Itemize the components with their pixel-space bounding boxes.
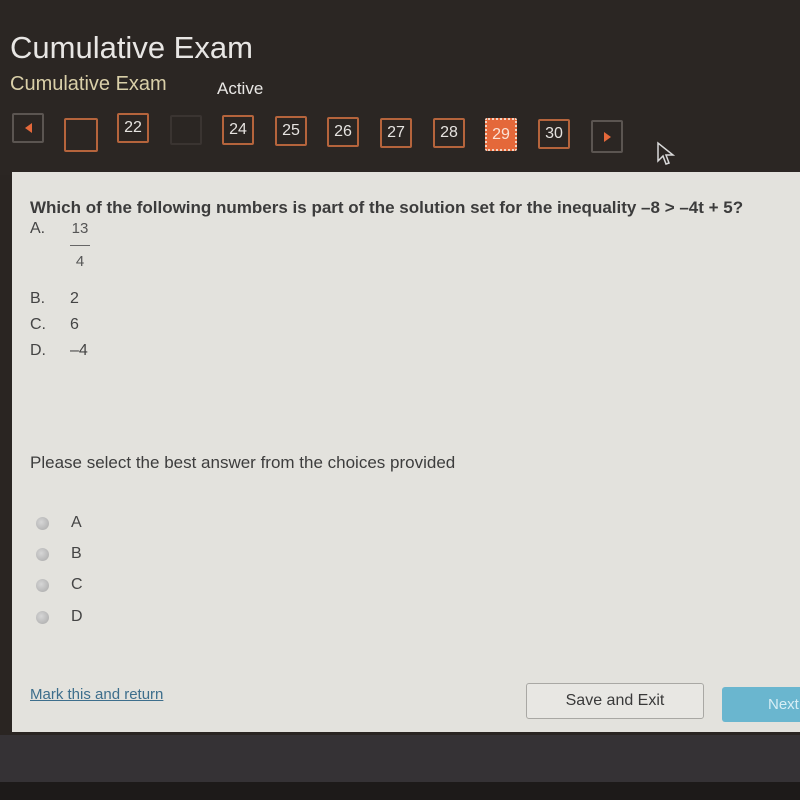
page-title: Cumulative Exam — [10, 30, 253, 65]
question-nav-item[interactable]: 27 — [380, 118, 412, 148]
option-label: D — [71, 608, 83, 625]
option-label: C — [71, 576, 83, 593]
choice-letter: B. — [30, 290, 46, 307]
choice-value: 6 — [70, 316, 79, 333]
choice-letter: C. — [30, 316, 46, 333]
choice-value: 2 — [70, 290, 79, 307]
radio-button[interactable] — [36, 578, 49, 592]
answer-option-d[interactable]: D — [36, 608, 83, 626]
next-button[interactable]: Next — [722, 687, 800, 722]
mouse-cursor-icon — [657, 141, 676, 165]
fraction-value: 13 4 — [68, 220, 92, 270]
choice-letter: A. — [30, 220, 46, 237]
fraction-denominator: 4 — [75, 253, 85, 270]
choice-a: A. — [30, 220, 70, 238]
question-panel — [12, 172, 800, 732]
question-nav-item[interactable] — [170, 115, 202, 145]
answer-option-b[interactable]: B — [36, 545, 82, 563]
prev-question-button[interactable] — [12, 113, 44, 143]
answer-prompt: Please select the best answer from the c… — [30, 453, 456, 472]
question-nav-item[interactable]: 24 — [222, 115, 254, 145]
question-nav-item[interactable]: 30 — [538, 119, 570, 149]
choice-d: D. –4 — [30, 342, 88, 360]
left-arrow-icon — [24, 123, 32, 133]
question-nav-item[interactable]: 26 — [327, 117, 359, 147]
right-arrow-icon — [603, 131, 611, 142]
question-nav-item[interactable]: 28 — [433, 118, 465, 148]
answer-option-a[interactable]: A — [36, 514, 82, 532]
answer-option-c[interactable]: C — [36, 576, 83, 594]
monitor-bezel-edge — [0, 782, 800, 800]
option-label: A — [71, 514, 82, 531]
fraction-numerator: 13 — [71, 220, 89, 237]
question-text: Which of the following numbers is part o… — [30, 198, 744, 217]
choice-letter: D. — [30, 342, 46, 359]
question-nav-item-current[interactable]: 29 — [485, 118, 517, 151]
question-nav-item[interactable]: 25 — [275, 116, 307, 146]
question-nav-item[interactable]: 22 — [117, 113, 149, 143]
fraction-bar — [70, 245, 90, 246]
status-badge: Active — [217, 79, 264, 98]
radio-button[interactable] — [36, 547, 49, 561]
radio-button[interactable] — [36, 610, 49, 624]
choice-b: B. 2 — [30, 290, 79, 308]
question-nav-item[interactable] — [64, 118, 98, 152]
exam-subtitle: Cumulative Exam — [10, 73, 167, 95]
choice-c: C. 6 — [30, 316, 79, 334]
exam-header: Cumulative Exam Cumulative Exam Active 2… — [0, 0, 800, 175]
option-label: B — [71, 545, 82, 562]
save-and-exit-button[interactable]: Save and Exit — [526, 683, 704, 719]
next-question-button[interactable] — [591, 120, 623, 153]
mark-and-return-link[interactable]: Mark this and return — [30, 686, 163, 703]
choice-value: –4 — [70, 342, 88, 359]
radio-button[interactable] — [36, 516, 49, 530]
